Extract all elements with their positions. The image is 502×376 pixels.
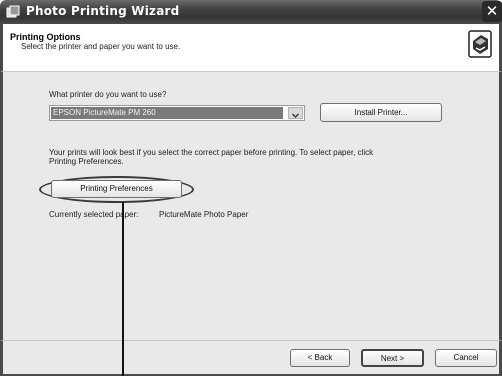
page-subtitle: Select the printer and paper you want to… — [21, 42, 181, 51]
page-title: Printing Options — [10, 32, 81, 42]
photo-wizard-icon — [6, 5, 20, 19]
wizard-content: What printer do you want to use? EPSON P… — [0, 72, 502, 340]
wizard-header: Printing Options Select the printer and … — [0, 24, 502, 72]
printing-preferences-button[interactable]: Printing Preferences — [51, 180, 182, 198]
printer-selected-value: EPSON PictureMate PM 260 — [51, 107, 283, 119]
cancel-button[interactable]: Cancel — [435, 349, 497, 367]
paper-value: PictureMate Photo Paper — [159, 210, 249, 219]
callout-line — [122, 202, 124, 376]
next-button[interactable]: Next > — [361, 349, 424, 367]
window-title: Photo Printing Wizard — [26, 4, 180, 18]
printer-dropdown[interactable]: EPSON PictureMate PM 260 — [49, 105, 305, 121]
photo-printing-wizard-window: Photo Printing Wizard ✕ Printing Options… — [0, 0, 502, 376]
info-text-line2: Printing Preferences. — [49, 157, 124, 166]
printer-question-label: What printer do you want to use? — [49, 90, 167, 99]
wizard-footer: < Back Next > Cancel — [0, 340, 502, 376]
chevron-down-icon[interactable] — [288, 107, 303, 119]
close-button[interactable]: ✕ — [482, 1, 502, 22]
back-button[interactable]: < Back — [290, 349, 350, 367]
info-text-line1: Your prints will look best if you select… — [49, 148, 374, 157]
title-bar[interactable]: Photo Printing Wizard ✕ — [0, 0, 502, 24]
printer-wizard-icon — [467, 29, 493, 59]
paper-label: Currently selected paper: — [49, 210, 139, 219]
install-printer-button[interactable]: Install Printer... — [320, 103, 442, 122]
